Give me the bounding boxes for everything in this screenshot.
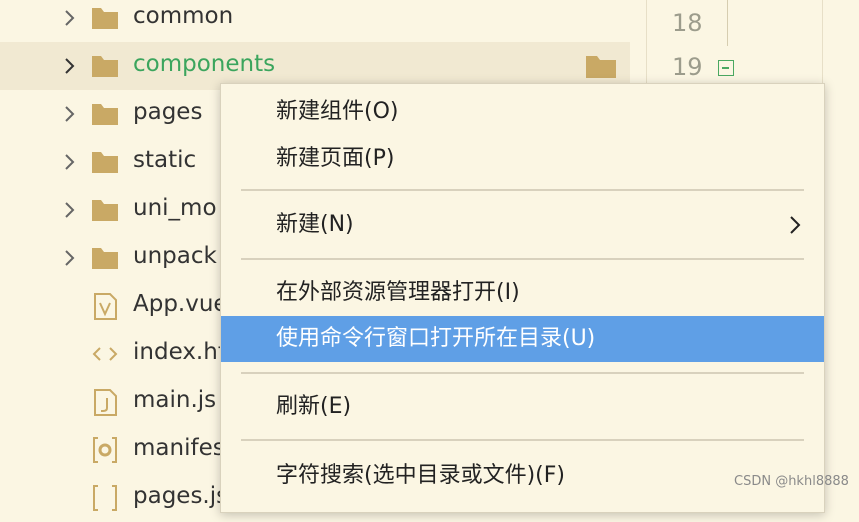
menu-separator	[241, 372, 804, 374]
tree-item-label: components	[133, 51, 276, 77]
menu-separator	[241, 189, 804, 191]
folder-icon	[92, 152, 118, 173]
tree-item-label: static	[133, 147, 197, 173]
chevron-right-icon[interactable]	[60, 152, 80, 172]
vue-file-icon	[94, 293, 117, 320]
tree-item-label: uni_mo	[133, 195, 217, 221]
tree-item-label: unpack	[133, 243, 217, 269]
menu-item-label: 在外部资源管理器打开(I)	[276, 280, 520, 305]
json-file-icon	[93, 485, 117, 511]
folder-icon	[92, 8, 118, 29]
folder-icon	[92, 104, 118, 125]
tree-item-label: manifes	[133, 435, 225, 461]
tree-item-label: App.vue	[133, 291, 228, 317]
manifest-file-icon	[93, 437, 117, 463]
tree-item-common[interactable]: common	[0, 0, 630, 42]
tree-item-label: index.ht	[133, 339, 227, 365]
menu-item-label: 新建页面(P)	[276, 146, 395, 171]
menu-item-open-in-explorer[interactable]: 在外部资源管理器打开(I)	[221, 270, 824, 316]
menu-separator	[241, 439, 804, 441]
chevron-right-icon[interactable]	[60, 56, 80, 76]
tree-item-label: pages	[133, 99, 203, 125]
tree-item-label: main.js	[133, 387, 217, 413]
chevron-right-icon[interactable]	[60, 8, 80, 28]
menu-item-label: 字符搜索(选中目录或文件)(F)	[276, 463, 565, 488]
menu-item-label: 新建(N)	[276, 212, 354, 237]
chevron-right-icon[interactable]	[60, 200, 80, 220]
chevron-right-icon	[790, 216, 801, 234]
line-number: 19	[672, 53, 703, 81]
menu-item-refresh[interactable]: 刷新(E)	[221, 384, 824, 430]
js-file-icon	[94, 389, 117, 416]
menu-item-new-component[interactable]: 新建组件(O)	[221, 89, 824, 135]
folder-icon	[92, 200, 118, 221]
tree-item-label: pages.js	[133, 483, 229, 509]
menu-separator	[241, 258, 804, 260]
line-number: 18	[672, 9, 703, 37]
menu-item-label: 新建组件(O)	[276, 99, 399, 124]
html-file-icon	[92, 347, 118, 361]
menu-item-label: 刷新(E)	[276, 394, 352, 419]
menu-item-new[interactable]: 新建(N)	[221, 202, 824, 248]
menu-item-new-page[interactable]: 新建页面(P)	[221, 136, 824, 182]
tree-item-label: common	[133, 3, 234, 29]
folder-icon	[92, 56, 118, 77]
chevron-right-icon[interactable]	[60, 248, 80, 268]
gutter-divider	[727, 0, 728, 46]
folder-icon	[92, 248, 118, 269]
menu-item-open-in-terminal[interactable]: 使用命令行窗口打开所在目录(U)	[221, 316, 824, 362]
chevron-right-icon[interactable]	[60, 104, 80, 124]
open-folder-icon[interactable]	[584, 53, 618, 81]
menu-item-label: 使用命令行窗口打开所在目录(U)	[276, 326, 596, 351]
watermark: CSDN @hkhl8888	[734, 474, 849, 489]
fold-toggle-icon[interactable]	[718, 60, 734, 76]
context-menu: 新建组件(O) 新建页面(P) 新建(N) 在外部资源管理器打开(I) 使用命令…	[220, 83, 825, 513]
